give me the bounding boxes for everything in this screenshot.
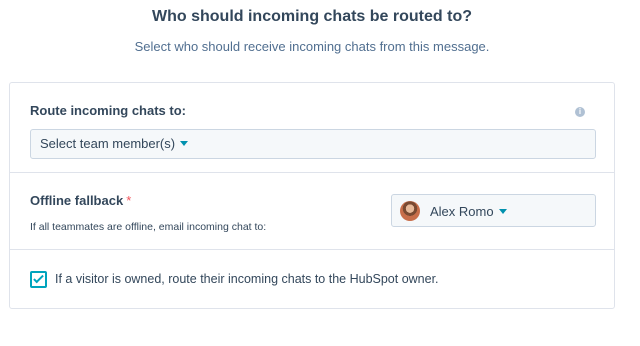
offline-fallback-label-text: Offline fallback: [30, 193, 124, 208]
offline-fallback-owner-select[interactable]: Alex Romo: [391, 194, 596, 227]
info-icon[interactable]: i: [575, 107, 585, 117]
owner-routing-label[interactable]: If a visitor is owned, route their incom…: [55, 272, 439, 286]
page-title: Who should incoming chats be routed to?: [152, 8, 472, 25]
required-marker: *: [126, 193, 132, 208]
team-member-select[interactable]: Select team member(s): [30, 129, 596, 159]
caret-down-icon: [498, 209, 507, 215]
owner-select-value: Alex Romo: [430, 204, 507, 219]
offline-fallback-label: Offline fallback *: [30, 193, 131, 208]
routing-panel: Route incoming chats to: i Select team m…: [9, 82, 615, 309]
section-divider: [10, 249, 614, 250]
owner-name: Alex Romo: [430, 204, 494, 219]
team-member-select-placeholder: Select team member(s): [40, 136, 176, 151]
offline-fallback-help: If all teammates are offline, email inco…: [30, 221, 267, 233]
caret-down-icon: [180, 141, 189, 147]
owner-routing-checkbox[interactable]: [30, 271, 47, 288]
avatar: [400, 201, 420, 221]
page-subtitle: Select who should receive incoming chats…: [134, 39, 490, 54]
route-chats-label: Route incoming chats to:: [30, 103, 186, 118]
section-divider: [10, 172, 614, 173]
checkmark-icon: [33, 272, 44, 284]
